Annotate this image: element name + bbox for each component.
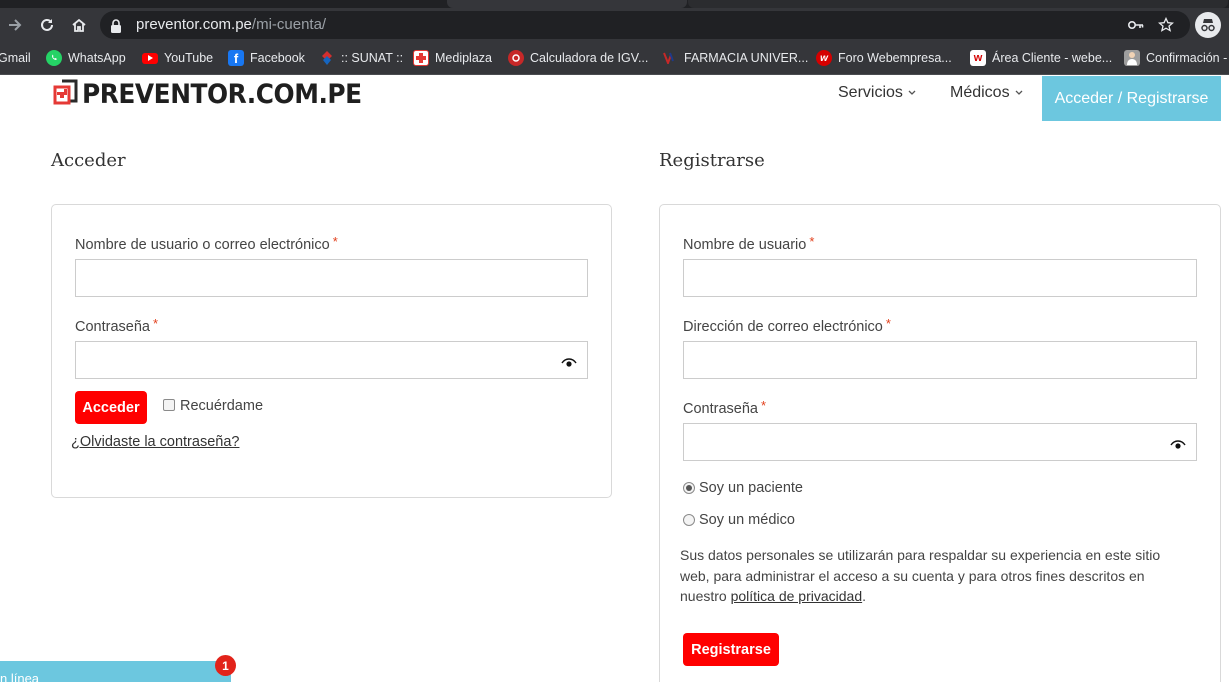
bookmark-label: Área Cliente - webe... xyxy=(992,51,1113,65)
privacy-notice: Sus datos personales se utilizarán para … xyxy=(680,545,1180,607)
bookmark-confirmacion[interactable]: Confirmación - xyxy=(1124,49,1227,67)
bookmark-label: YouTube xyxy=(164,51,214,65)
bookmarks-bar: Gmail WhatsApp YouTube f Facebook :: SUN… xyxy=(0,42,1229,75)
required-mark: * xyxy=(809,234,815,249)
login-password-input[interactable] xyxy=(75,341,588,379)
browser-tab-strip xyxy=(0,0,1229,8)
remember-me-label[interactable]: Recuérdame xyxy=(180,398,263,414)
bookmark-label: Confirmación - xyxy=(1146,51,1228,65)
logo-cross-icon xyxy=(52,78,80,110)
bookmark-farmacia[interactable]: FARMACIA UNIVER... xyxy=(662,49,808,67)
bookmark-calculadora[interactable]: Calculadora de IGV... xyxy=(508,49,648,67)
register-email-label: Dirección de correo electrónico * xyxy=(683,316,891,335)
role-patient-radio[interactable] xyxy=(683,482,695,494)
register-password-input[interactable] xyxy=(683,423,1197,461)
bookmark-facebook[interactable]: f Facebook xyxy=(228,49,305,67)
farmacia-icon xyxy=(662,50,678,66)
login-submit-button[interactable]: Acceder xyxy=(75,391,147,424)
bookmark-youtube[interactable]: YouTube xyxy=(142,49,213,67)
bookmark-label: Mediplaza xyxy=(435,51,492,65)
foro-icon: w xyxy=(816,50,832,66)
register-submit-button[interactable]: Registrarse xyxy=(683,633,779,666)
required-mark: * xyxy=(885,316,891,331)
bookmark-label: Gmail xyxy=(0,51,31,65)
chat-label: n línea xyxy=(0,671,40,682)
chevron-down-icon xyxy=(1015,88,1023,99)
browser-tab[interactable] xyxy=(688,0,1228,8)
bookmark-whatsapp[interactable]: WhatsApp xyxy=(46,49,126,67)
forward-arrow-icon[interactable] xyxy=(2,12,28,38)
label-text: Nombre de usuario o correo electrónico xyxy=(75,237,330,253)
register-password-label: Contraseña * xyxy=(683,398,766,417)
role-doctor-label[interactable]: Soy un médico xyxy=(699,512,795,528)
login-username-input[interactable] xyxy=(75,259,588,297)
site-logo[interactable]: PREVENTOR.COM.PE xyxy=(52,78,386,110)
register-email-input[interactable] xyxy=(683,341,1197,379)
webempresa-icon: w xyxy=(970,50,986,66)
lock-icon[interactable] xyxy=(110,18,122,37)
bookmark-label: Calculadora de IGV... xyxy=(530,51,649,65)
remember-me-checkbox[interactable] xyxy=(163,399,175,411)
eye-icon[interactable] xyxy=(561,354,577,367)
role-patient-label[interactable]: Soy un paciente xyxy=(699,480,803,496)
login-password-label: Contraseña * xyxy=(75,316,158,335)
login-title: Acceder xyxy=(51,150,126,171)
bookmark-mediplaza[interactable]: Mediplaza xyxy=(413,49,492,67)
bookmark-foro[interactable]: w Foro Webempresa... xyxy=(816,49,952,67)
mediplaza-icon xyxy=(413,50,429,66)
calculadora-icon xyxy=(508,50,524,66)
url-text[interactable]: preventor.com.pe/mi-cuenta/ xyxy=(136,16,326,33)
register-username-input[interactable] xyxy=(683,259,1197,297)
star-icon[interactable] xyxy=(1156,16,1176,34)
forgot-password-link[interactable]: ¿Olvidaste la contraseña? xyxy=(71,434,239,450)
required-mark: * xyxy=(760,398,767,413)
site-header: PREVENTOR.COM.PE Servicios Médicos Acced… xyxy=(0,76,1229,121)
bookmark-label: Facebook xyxy=(250,51,305,65)
bookmark-webempresa[interactable]: w Área Cliente - webe... xyxy=(970,49,1112,67)
chat-notification-badge[interactable]: 1 xyxy=(215,655,236,676)
login-register-button[interactable]: Acceder / Registrarse xyxy=(1042,76,1221,121)
bookmark-label: FARMACIA UNIVER... xyxy=(684,51,809,65)
chevron-down-icon xyxy=(908,88,916,99)
address-bar[interactable]: preventor.com.pe/mi-cuenta/ xyxy=(100,11,1190,39)
label-text: Dirección de correo electrónico xyxy=(683,319,883,335)
bookmark-label: Foro Webempresa... xyxy=(838,51,952,65)
role-doctor-radio[interactable] xyxy=(683,514,695,526)
browser-tab[interactable] xyxy=(447,0,687,8)
login-username-label: Nombre de usuario o correo electrónico * xyxy=(75,234,338,253)
label-text: Contraseña xyxy=(683,401,758,417)
incognito-profile-icon[interactable] xyxy=(1195,12,1221,38)
facebook-icon: f xyxy=(228,50,244,66)
reload-icon[interactable] xyxy=(34,12,60,38)
whatsapp-icon xyxy=(46,50,62,66)
menu-label: Servicios xyxy=(838,84,903,101)
bookmark-sunat[interactable]: :: SUNAT :: xyxy=(319,49,403,67)
chat-widget[interactable]: n línea xyxy=(0,661,231,682)
key-icon[interactable] xyxy=(1126,16,1146,34)
bookmark-gmail[interactable]: Gmail xyxy=(0,49,31,67)
confirmacion-icon xyxy=(1124,50,1140,66)
bookmark-label: :: SUNAT :: xyxy=(341,51,404,65)
privacy-text-end: . xyxy=(862,588,867,604)
register-title: Registrarse xyxy=(659,150,765,171)
required-mark: * xyxy=(332,234,338,249)
label-text: Contraseña xyxy=(75,319,150,335)
logo-text: PREVENTOR.COM.PE xyxy=(82,78,362,110)
menu-medicos[interactable]: Médicos xyxy=(950,84,1023,102)
privacy-policy-link[interactable]: política de privacidad xyxy=(731,588,863,604)
bookmark-label: WhatsApp xyxy=(68,51,126,65)
browser-toolbar: preventor.com.pe/mi-cuenta/ xyxy=(0,8,1229,42)
sunat-icon xyxy=(319,50,335,66)
menu-servicios[interactable]: Servicios xyxy=(838,84,916,102)
register-username-label: Nombre de usuario * xyxy=(683,234,814,253)
eye-icon[interactable] xyxy=(1170,436,1186,449)
menu-label: Médicos xyxy=(950,84,1010,101)
label-text: Nombre de usuario xyxy=(683,237,807,253)
required-mark: * xyxy=(152,316,159,331)
youtube-icon xyxy=(142,52,158,64)
home-icon[interactable] xyxy=(66,12,92,38)
